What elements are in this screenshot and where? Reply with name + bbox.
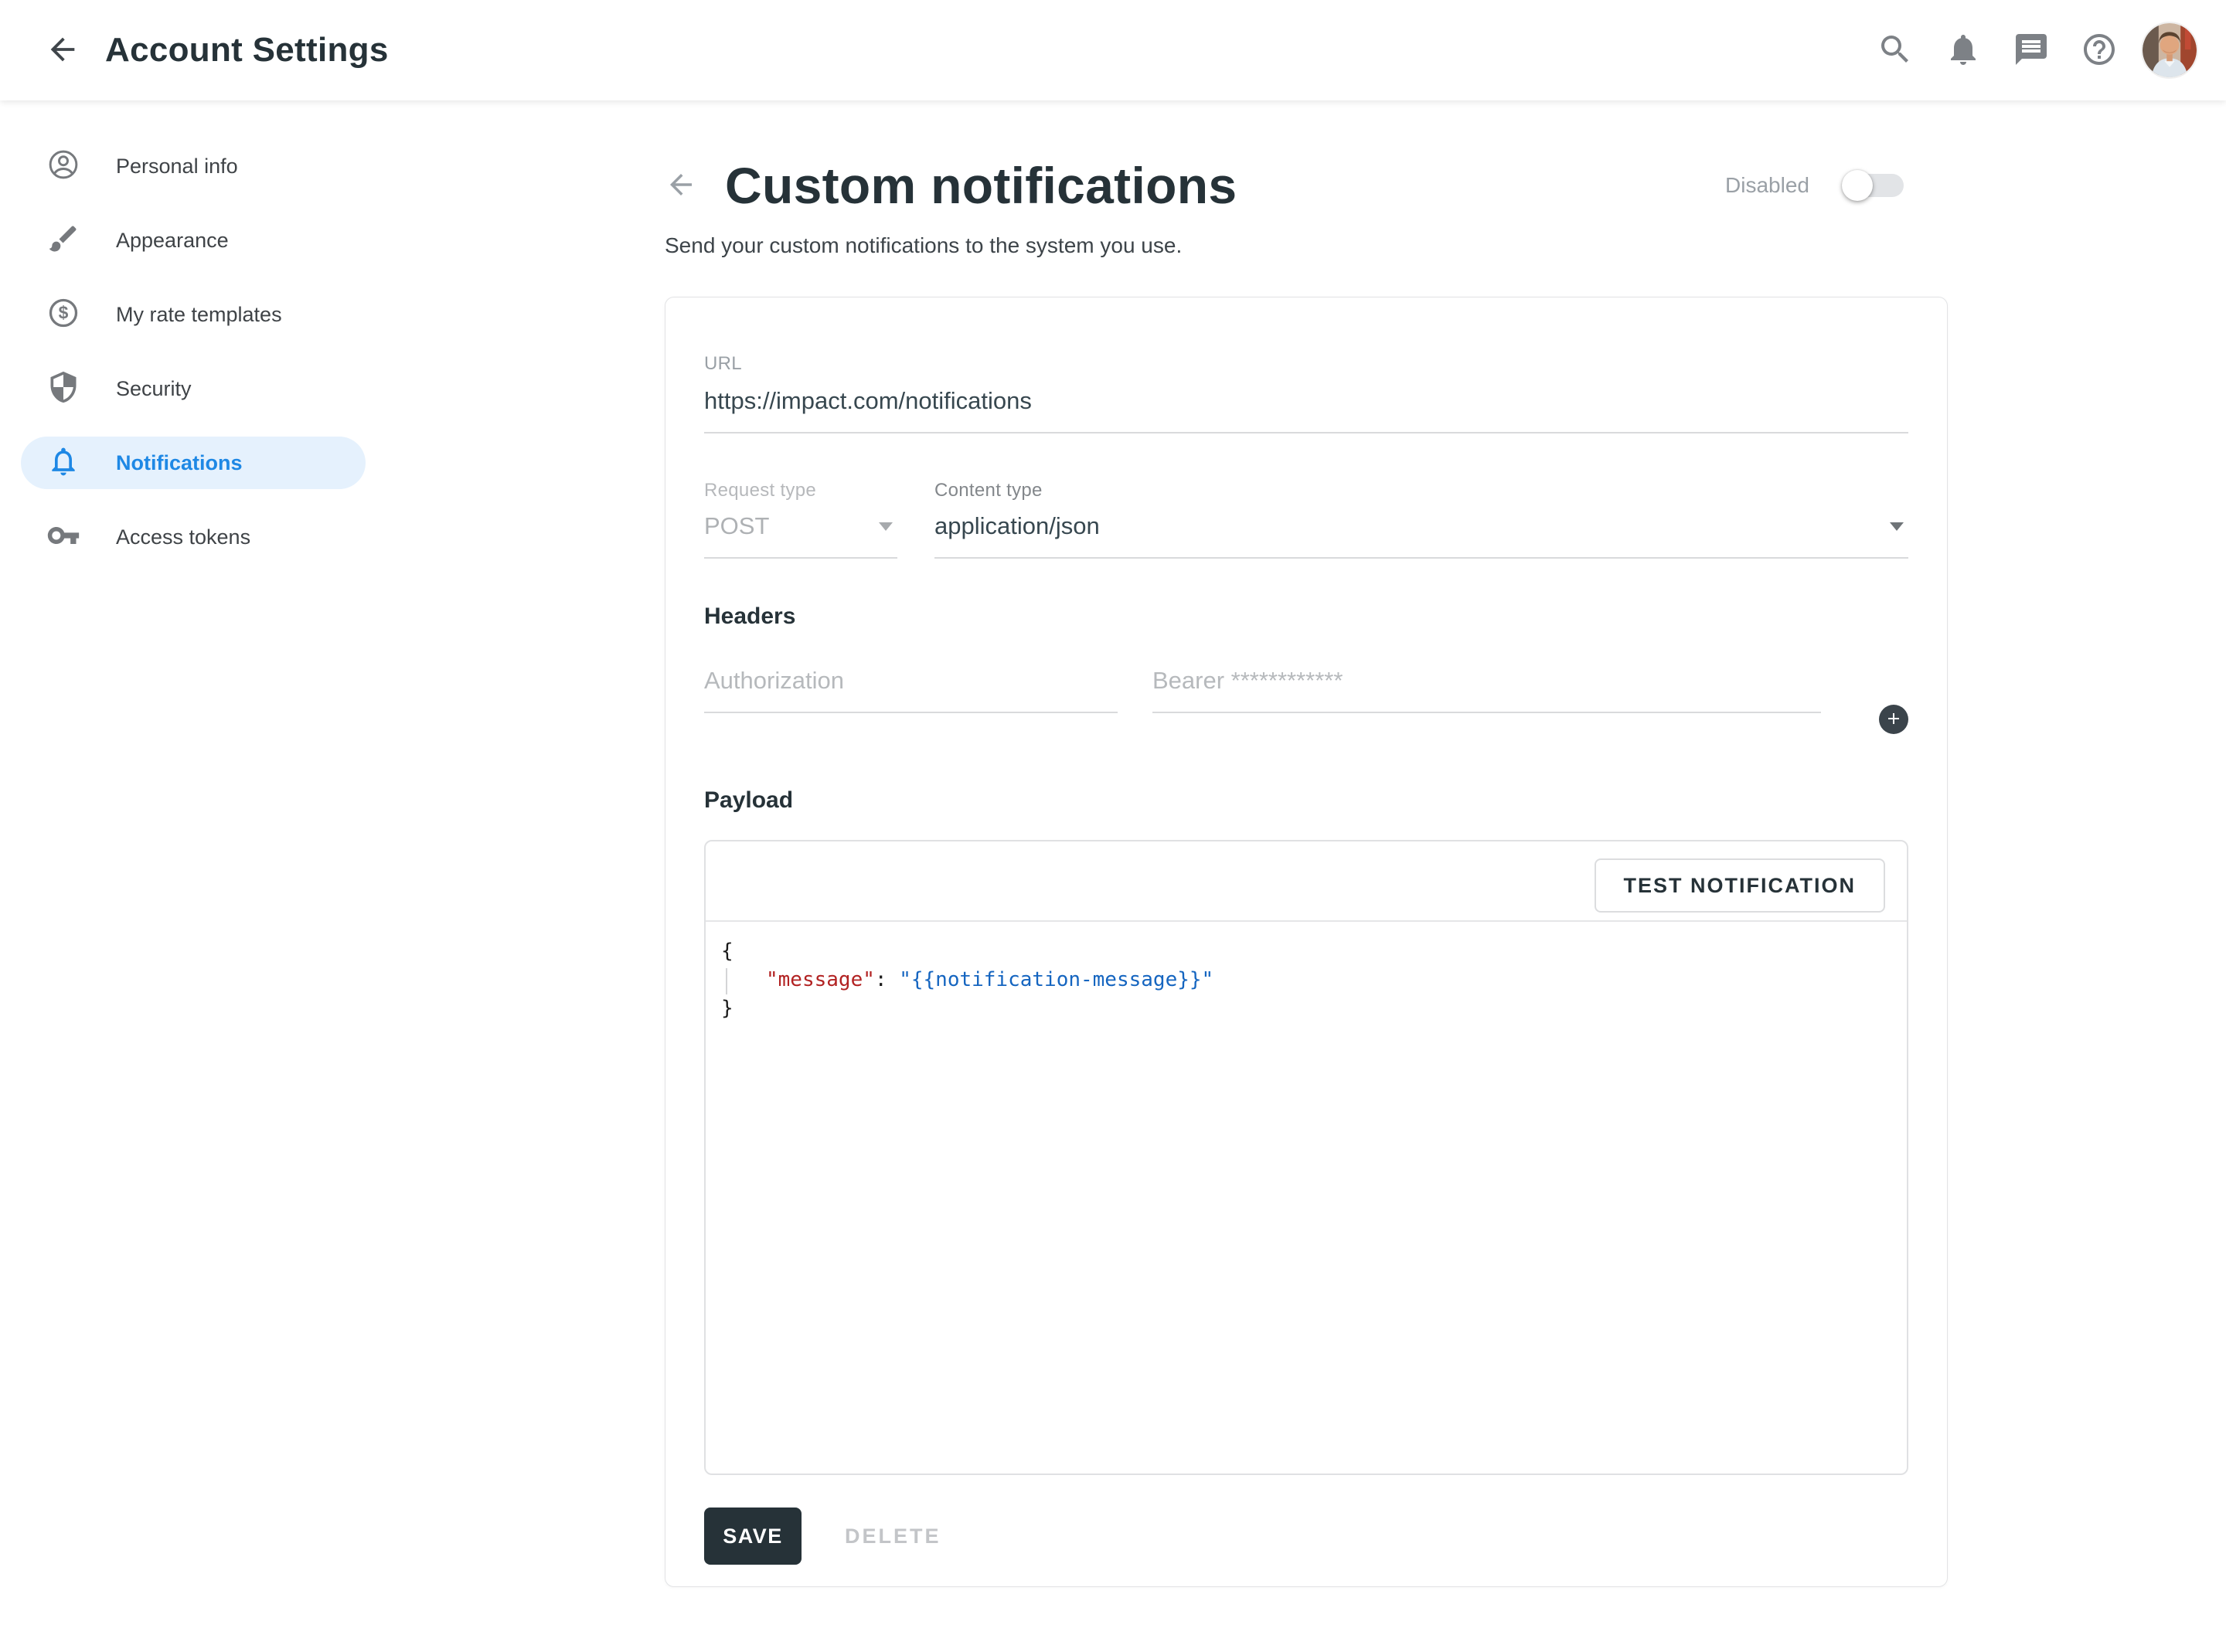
chevron-down-icon	[1890, 522, 1904, 531]
chat-icon	[2013, 31, 2050, 70]
sidebar-item-label: Access tokens	[116, 525, 250, 549]
topbar: Account Settings	[0, 0, 2226, 100]
shield-icon	[46, 370, 80, 408]
app-title: Account Settings	[105, 31, 389, 70]
arrow-back-icon	[665, 168, 697, 203]
payload-section-title: Payload	[704, 787, 1908, 814]
code-line: }	[721, 994, 1907, 1023]
test-notification-button[interactable]: TEST NOTIFICATION	[1595, 858, 1885, 913]
back-button[interactable]	[45, 32, 80, 70]
headers-row	[704, 654, 1908, 713]
add-header-button[interactable]	[1879, 705, 1908, 734]
request-type-dropdown[interactable]: POST	[704, 501, 897, 559]
code-value: "{{notification-message}}"	[899, 968, 1213, 991]
sidebar-item-my-rate-templates[interactable]: $ My rate templates	[21, 288, 366, 341]
person-circle-icon	[46, 148, 80, 185]
plus-icon	[1884, 709, 1903, 730]
sidebar-item-label: My rate templates	[116, 303, 282, 327]
code-key: "message"	[766, 968, 875, 991]
page-back-button[interactable]	[665, 168, 697, 203]
code-line: {	[721, 937, 1907, 966]
payload-toolbar: TEST NOTIFICATION	[706, 841, 1907, 922]
key-icon	[46, 518, 80, 556]
code-close-brace: }	[721, 997, 733, 1020]
bell-outline-icon	[46, 444, 80, 482]
enable-toggle-switch[interactable]	[1843, 174, 1904, 197]
chevron-down-icon	[879, 522, 893, 531]
sidebar-item-label: Appearance	[116, 229, 229, 253]
search-button[interactable]	[1877, 32, 1914, 69]
settings-sidebar: Personal info Appearance $ My rate templ…	[0, 100, 386, 1652]
toggle-knob	[1842, 170, 1873, 201]
sidebar-item-label: Notifications	[116, 451, 243, 475]
content-type-dropdown[interactable]: application/json	[934, 501, 1908, 559]
notifications-button[interactable]	[1945, 32, 1982, 69]
payload-code-area[interactable]: { "message": "{{notification-message}}" …	[706, 922, 1907, 1023]
content-type-label: Content type	[934, 480, 1908, 501]
url-field: URL	[704, 297, 1908, 433]
form-actions: SAVE DELETE	[704, 1508, 1908, 1565]
request-type-label: Request type	[704, 480, 897, 501]
user-avatar[interactable]	[2141, 22, 2198, 79]
sidebar-item-access-tokens[interactable]: Access tokens	[21, 511, 366, 563]
dollar-circle-icon: $	[46, 296, 80, 334]
code-line: "message": "{{notification-message}}"	[721, 966, 1907, 994]
delete-button[interactable]: DELETE	[845, 1525, 941, 1548]
main-panel: Custom notifications Disabled Send your …	[386, 100, 2226, 1652]
notification-settings-card: URL Request type POST Content type appli…	[665, 297, 1948, 1587]
messages-button[interactable]	[2013, 32, 2050, 69]
payload-editor: TEST NOTIFICATION { "message": "{{notifi…	[704, 840, 1908, 1475]
help-icon	[2081, 31, 2118, 70]
code-open-brace: {	[721, 940, 733, 963]
type-selects-row: Request type POST Content type applicati…	[704, 480, 1908, 559]
request-type-select: Request type POST	[704, 480, 897, 559]
indent-guide	[726, 968, 727, 994]
sidebar-item-security[interactable]: Security	[21, 362, 366, 415]
content-type-value: application/json	[934, 512, 1100, 540]
save-button[interactable]: SAVE	[704, 1508, 802, 1565]
request-type-value: POST	[704, 512, 769, 540]
sidebar-item-label: Security	[116, 377, 192, 401]
enable-toggle-group: Disabled	[1725, 173, 1904, 198]
sidebar-item-notifications[interactable]: Notifications	[21, 437, 366, 489]
sidebar-item-personal-info[interactable]: Personal info	[21, 140, 366, 192]
header-value-input[interactable]	[1152, 654, 1821, 713]
page-title: Custom notifications	[725, 156, 1237, 215]
brush-icon	[46, 222, 80, 260]
arrow-back-icon	[45, 32, 80, 70]
headers-section-title: Headers	[704, 603, 1908, 630]
content-area: Personal info Appearance $ My rate templ…	[0, 100, 2226, 1652]
sidebar-item-label: Personal info	[116, 155, 238, 178]
code-separator: :	[875, 968, 899, 991]
page-header: Custom notifications Disabled	[665, 156, 1948, 215]
search-icon	[1877, 31, 1914, 70]
url-label: URL	[704, 353, 1908, 375]
page-subtitle: Send your custom notifications to the sy…	[665, 233, 2226, 258]
sidebar-item-appearance[interactable]: Appearance	[21, 214, 366, 267]
help-button[interactable]	[2081, 32, 2118, 69]
svg-text:$: $	[59, 302, 69, 322]
url-input[interactable]	[704, 375, 1908, 433]
header-name-input[interactable]	[704, 654, 1118, 713]
content-type-select: Content type application/json	[934, 480, 1908, 559]
bell-icon	[1945, 31, 1982, 70]
toggle-status-label: Disabled	[1725, 173, 1809, 198]
